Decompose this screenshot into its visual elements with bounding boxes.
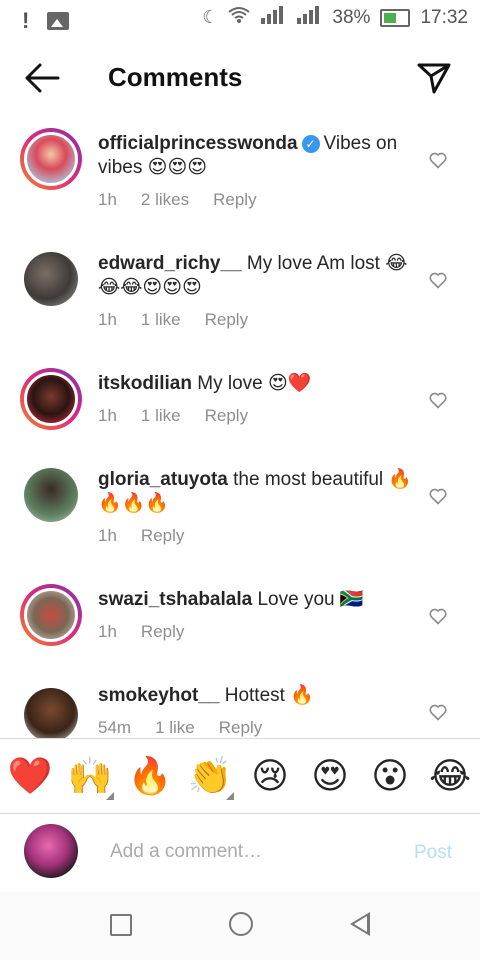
emoji-heart-eyes[interactable]: 😍 [300, 746, 360, 806]
comment-meta: 54m 1 like Reply [98, 718, 262, 738]
comment-time: 1h [98, 622, 117, 641]
home-icon[interactable] [229, 912, 253, 936]
share-button[interactable] [416, 60, 452, 96]
emoji-clap: 👏 [187, 755, 233, 796]
comment-body: smokeyhot__ Hottest 🔥 [98, 684, 418, 708]
avatar [24, 372, 78, 426]
moon-icon: ☾ [202, 7, 219, 27]
comment-likes[interactable]: 2 likes [141, 190, 189, 210]
comments-list: officialprincesswonda ✓ Vibes on vibes 😍😍😍… [0, 120, 480, 738]
comment-meta: 1h 2 likes Reply [98, 190, 257, 210]
comment-username[interactable]: gloria_atuyota [98, 469, 228, 490]
clock: 17:32 [420, 6, 468, 28]
comment-time: 1h [98, 406, 117, 425]
signal-icon [260, 6, 286, 29]
status-right: ☾ 38% 17:32 [202, 6, 468, 29]
reply-button[interactable]: Reply [219, 718, 262, 738]
avatar [24, 132, 78, 186]
recent-apps-icon[interactable] [110, 914, 132, 936]
comment-meta: 1h 1 like Reply [98, 310, 248, 330]
like-heart-icon[interactable] [428, 486, 448, 506]
wifi-icon [228, 6, 251, 29]
comment-time: 1h [98, 190, 117, 209]
verified-badge-icon: ✓ [301, 134, 320, 153]
comment-body: officialprincesswonda ✓ Vibes on vibes 😍😍😍 [98, 132, 418, 180]
emoji-surprised[interactable]: 😮 [360, 746, 420, 806]
image-notification-icon [47, 12, 70, 30]
arrow-left-icon [25, 63, 60, 93]
like-heart-icon[interactable] [428, 270, 448, 290]
emoji-raised-hands: 🙌 [67, 755, 113, 796]
my-avatar [24, 824, 78, 878]
status-bar: ! ☾ 38% 17:32 [0, 0, 480, 36]
reply-button[interactable]: Reply [213, 190, 256, 210]
header: Comments [0, 50, 480, 108]
comment-username[interactable]: itskodilian [98, 373, 192, 394]
avatar[interactable] [24, 468, 78, 522]
post-button[interactable]: Post [414, 842, 452, 864]
signal-icon-2 [296, 6, 322, 29]
comment-likes[interactable]: 1 like [155, 718, 195, 738]
comment-meta: 1h Reply [98, 622, 184, 642]
comment-meta: 1h 1 like Reply [98, 406, 248, 426]
emoji-laughing[interactable]: 😂 [420, 746, 480, 806]
status-left: ! [22, 8, 70, 34]
emoji-clap-wrap[interactable]: 👏 [180, 746, 240, 806]
comment-body: itskodilian My love 😍❤️ [98, 372, 418, 396]
comment-username[interactable]: swazi_tshabalala [98, 589, 252, 610]
back-triangle-icon[interactable] [350, 912, 370, 936]
comment-input[interactable] [108, 836, 402, 868]
emoji-crying[interactable]: 😢 [240, 746, 300, 806]
comment-compose: Post [0, 812, 480, 892]
emoji-raised-hands-wrap[interactable]: 🙌 [60, 746, 120, 806]
skin-tone-indicator-icon [226, 792, 234, 800]
comment-body: edward_richy__ My love Am lost 😂😂😂😍😍😍 [98, 252, 418, 300]
comment-body: swazi_tshabalala Love you 🇿🇦 [98, 588, 418, 612]
comment-time: 54m [98, 718, 132, 737]
comment-username[interactable]: edward_richy__ [98, 253, 242, 274]
comment-username[interactable]: officialprincesswonda [98, 133, 298, 154]
back-button[interactable] [22, 60, 62, 96]
comment-time: 1h [98, 310, 117, 329]
reply-button[interactable]: Reply [205, 310, 248, 330]
emoji-quick-bar: ❤️ 🙌 🔥 👏 😢 😍 😮 😂 [0, 738, 480, 814]
comment-text: Hottest 🔥 [224, 685, 314, 706]
battery-icon [380, 8, 411, 27]
avatar [24, 588, 78, 642]
reply-button[interactable]: Reply [205, 406, 248, 426]
avatar-story-ring[interactable] [20, 128, 82, 190]
emoji-heart[interactable]: ❤️ [0, 746, 60, 806]
comment-text: Love you 🇿🇦 [257, 589, 364, 610]
avatar[interactable] [24, 252, 78, 306]
reply-button[interactable]: Reply [141, 526, 184, 546]
paper-plane-icon [417, 63, 451, 94]
comment-body: gloria_atuyota the most beautiful 🔥🔥🔥🔥 [98, 468, 418, 516]
like-heart-icon[interactable] [428, 390, 448, 410]
page-title: Comments [108, 62, 243, 92]
comment-time: 1h [98, 526, 117, 545]
alert-icon: ! [22, 8, 30, 33]
avatar[interactable] [24, 688, 78, 738]
skin-tone-indicator-icon [106, 792, 114, 800]
comment-likes[interactable]: 1 like [141, 406, 181, 426]
emoji-fire[interactable]: 🔥 [120, 746, 180, 806]
system-nav-bar [0, 892, 480, 960]
like-heart-icon[interactable] [428, 150, 448, 170]
comment-text: My love 😍❤️ [197, 373, 312, 394]
avatar-story-ring[interactable] [20, 368, 82, 430]
battery-percent: 38% [332, 6, 371, 28]
comment-username[interactable]: smokeyhot__ [98, 685, 219, 706]
like-heart-icon[interactable] [428, 702, 448, 722]
comment-likes[interactable]: 1 like [141, 310, 181, 330]
comment-meta: 1h Reply [98, 526, 184, 546]
like-heart-icon[interactable] [428, 606, 448, 626]
reply-button[interactable]: Reply [141, 622, 184, 642]
avatar-story-ring[interactable] [20, 584, 82, 646]
